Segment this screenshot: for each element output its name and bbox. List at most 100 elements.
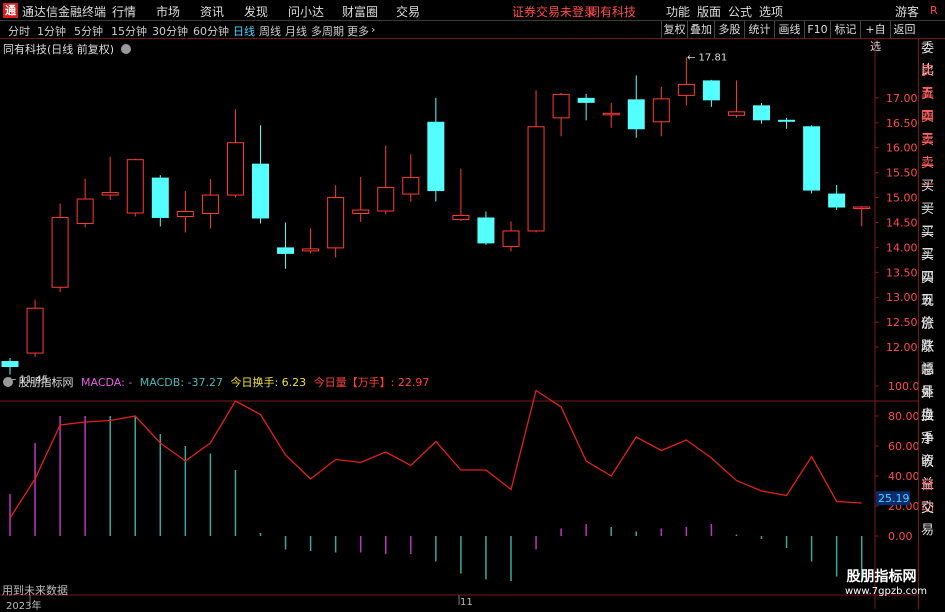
sidebar-item-20: 交易: [921, 501, 935, 538]
indicator-line: [9, 389, 862, 519]
overlay-button[interactable]: 叠加: [687, 21, 714, 38]
price-tick-label: 14.00: [886, 241, 918, 254]
menu-trade[interactable]: 交易: [396, 3, 420, 20]
macda-value: MACDA: -: [81, 376, 133, 389]
price-tick-label: 13.50: [886, 266, 918, 279]
candle-body-up: [853, 206, 871, 210]
menu-wealth[interactable]: 财富圈: [342, 3, 378, 20]
candle-body-down: [778, 119, 796, 122]
price-tick-label: 15.00: [886, 192, 918, 205]
period-weekly[interactable]: 周线: [259, 23, 281, 39]
candle-body-up: [176, 211, 194, 217]
candle-body-up: [452, 214, 470, 220]
indicator-tick-label: 0.00: [888, 530, 913, 543]
candle-body-down: [828, 193, 846, 208]
guest-user[interactable]: 游客: [895, 3, 919, 20]
price-tick-label: 14.50: [886, 216, 918, 229]
menu-options[interactable]: 选项: [759, 3, 783, 20]
chevron-right-icon[interactable]: ›: [371, 23, 375, 36]
period-multi[interactable]: 多周期: [311, 23, 344, 39]
statistics-button[interactable]: 统计: [744, 21, 774, 38]
current-value-label: 25.19: [878, 492, 910, 505]
candle-body-down: [1, 361, 19, 368]
period-monthly[interactable]: 月线: [285, 23, 307, 39]
app-name: 通达信金融终端: [22, 5, 107, 19]
candle-body-up: [502, 230, 520, 247]
menu-quotes[interactable]: 行情: [112, 3, 136, 20]
menu-formula[interactable]: 公式: [728, 3, 752, 20]
candle-body-up: [352, 209, 370, 214]
macdb-value: MACDB: -37.27: [139, 376, 223, 389]
candle-body-up: [26, 307, 44, 354]
volume-value: 今日量【万手】: 22.97: [313, 376, 430, 389]
candle-body-up: [402, 177, 420, 195]
high-price-label: ← 17.81: [687, 52, 727, 63]
candle-body-down: [477, 217, 495, 244]
candle-body-up: [327, 197, 345, 249]
login-status[interactable]: 证券交易未登录: [512, 3, 596, 20]
kline-chart[interactable]: 17.00 16.50 16.00 15.50 15.00 14.50 14.00 13.50…: [0, 39, 918, 609]
future-data-warning: 用到未来数据: [2, 584, 68, 597]
add-favorite-button[interactable]: +自选: [860, 21, 890, 53]
period-1min[interactable]: 1分钟: [37, 23, 66, 39]
candle-body-up: [552, 93, 570, 119]
mark-button[interactable]: 标记: [830, 21, 860, 38]
quote-sidebar: 委比 卖五 卖四 卖三 卖二 卖一 买一 买二 买三 买四 买五 现价 涨跌 涨幅 总量 外盘 换手 净资 收益 自动…: [918, 39, 945, 609]
title-bar: 通 通达信金融终端 行情 市场 资讯 发现 问小达 财富圈 交易 证券交易未登录…: [0, 0, 945, 21]
candle-body-up: [527, 126, 545, 232]
period-60min[interactable]: 60分钟: [193, 23, 229, 39]
indicator-tick-label: 80.00: [888, 410, 918, 423]
stock-title: 同有科技: [588, 5, 637, 19]
candle-body-down: [803, 126, 821, 191]
price-tick-label: 17.00: [886, 92, 918, 105]
settings-circle-icon[interactable]: [120, 44, 131, 54]
menu-discover[interactable]: 发现: [244, 3, 268, 20]
back-button[interactable]: 返回: [890, 21, 918, 38]
menu-function[interactable]: 功能: [666, 3, 690, 20]
candle-body-down: [427, 121, 445, 192]
indicator-header: 股朋指标网 MACDA: - MACDB: -37.27 今日换手: 6.23 …: [3, 374, 429, 390]
candle-body-up: [302, 248, 320, 252]
candle-body-down: [702, 80, 720, 101]
multi-stock-button[interactable]: 多股: [714, 21, 744, 38]
price-tick-label: 12.00: [886, 341, 918, 354]
close-icon[interactable]: R: [930, 4, 938, 17]
period-5min[interactable]: 5分钟: [74, 23, 103, 39]
candle-body-up: [652, 98, 670, 123]
candle-body-up: [201, 194, 219, 214]
menu-news[interactable]: 资讯: [200, 3, 224, 20]
indicator-tick-label: 60.00: [888, 440, 918, 453]
menu-layout[interactable]: 版面: [697, 3, 721, 20]
period-daily[interactable]: 日线: [233, 23, 255, 39]
date-label-start: 2023年: [6, 601, 42, 612]
candle-body-down: [627, 99, 645, 130]
period-15min[interactable]: 15分钟: [111, 23, 147, 39]
candle-body-down: [277, 247, 295, 254]
draw-line-button[interactable]: 画线: [774, 21, 804, 38]
indicator-tick-label: 100.0: [888, 380, 918, 393]
price-tick-label: 15.50: [886, 167, 918, 180]
watermark-title: 股朋指标网: [846, 569, 917, 585]
candle-body-up: [377, 187, 395, 212]
candle-body-up: [126, 159, 144, 214]
period-30min[interactable]: 30分钟: [152, 23, 188, 39]
period-tick[interactable]: 分时: [8, 23, 30, 39]
restore-rights-button[interactable]: 复权: [661, 21, 687, 38]
candle-body-down: [753, 105, 770, 121]
candle-body-up: [101, 192, 119, 196]
price-tick-label: 16.50: [886, 117, 918, 130]
indicator-tick-label: 40.00: [888, 470, 918, 483]
app-logo-icon: 通: [3, 3, 18, 18]
period-more[interactable]: 更多: [347, 23, 369, 39]
chart-info-label: 同有科技(日线 前复权): [3, 41, 131, 57]
menu-ask[interactable]: 问小达: [288, 3, 324, 20]
candle-body-up: [76, 198, 94, 224]
menu-market[interactable]: 市场: [156, 3, 180, 20]
price-tick-label: 16.00: [886, 142, 918, 155]
indicator-name[interactable]: 股朋指标网: [19, 376, 74, 389]
chevron-down-icon[interactable]: [3, 377, 13, 387]
candle-body-down: [577, 97, 595, 103]
candle-body-down: [151, 177, 169, 218]
candle-body-up: [226, 142, 244, 196]
f10-button[interactable]: F10: [804, 21, 830, 38]
